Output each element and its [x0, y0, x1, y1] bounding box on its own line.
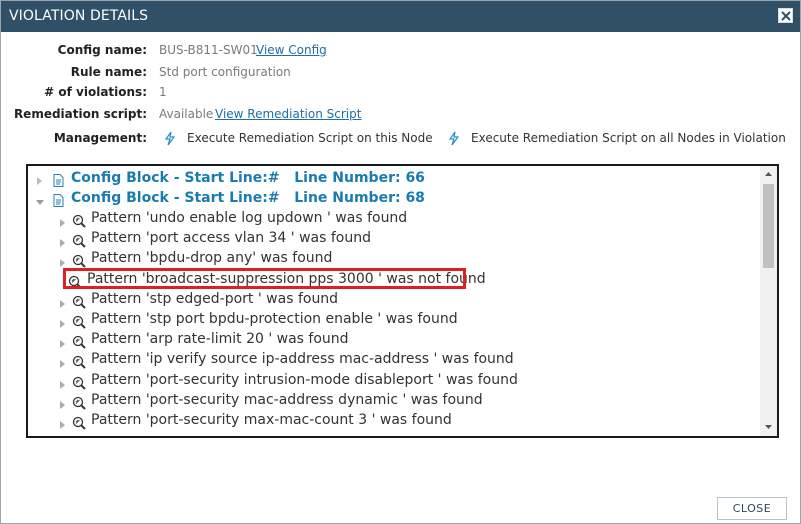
magnifier-icon	[72, 415, 87, 434]
exec-node-action[interactable]: Execute Remediation Script on this Node	[187, 131, 433, 145]
exec-all-action[interactable]: Execute Remediation Script on all Nodes …	[471, 131, 786, 145]
chevron-right-icon[interactable]	[59, 314, 67, 333]
titlebar: VIOLATION DETAILS	[1, 1, 800, 32]
close-icon[interactable]	[778, 8, 793, 23]
magnifier-icon	[72, 334, 87, 353]
magnifier-icon	[72, 354, 87, 373]
chevron-right-icon[interactable]	[59, 233, 67, 252]
magnifier-icon	[72, 314, 87, 333]
view-config-link[interactable]: View Config	[256, 43, 327, 57]
magnifier-icon	[72, 294, 87, 313]
chevron-right-icon[interactable]	[59, 334, 67, 353]
pattern-item[interactable]: Pattern 'undo enable log updown ' was fo…	[91, 210, 407, 226]
pattern-item[interactable]: Pattern 'arp rate-limit 20 ' was found	[91, 331, 349, 347]
magnifier-icon	[72, 395, 87, 414]
lightning-icon[interactable]	[448, 131, 460, 150]
pattern-item[interactable]: Pattern 'port-security intrusion-mode di…	[91, 372, 518, 388]
pattern-item[interactable]: Pattern 'port-security max-mac-count 3 '…	[91, 412, 452, 428]
chevron-down-icon[interactable]	[35, 192, 45, 211]
config-name-value: BUS-B811-SW01	[159, 43, 258, 57]
pattern-item[interactable]: Pattern 'port access vlan 34 ' was found	[91, 230, 371, 246]
chevron-right-icon[interactable]	[59, 395, 67, 414]
pattern-item[interactable]: Pattern 'stp port bpdu-protection enable…	[91, 311, 458, 327]
remediation-label: Remediation script:	[13, 107, 147, 121]
highlight-box	[63, 268, 466, 289]
chevron-right-icon[interactable]	[59, 213, 67, 232]
vertical-scrollbar[interactable]	[760, 166, 777, 436]
document-icon	[53, 192, 64, 211]
chevron-right-icon[interactable]	[59, 415, 67, 434]
block-label-66[interactable]: Config Block - Start Line:# Line Number:…	[71, 170, 425, 186]
management-label: Management:	[53, 131, 147, 145]
violations-label: # of violations:	[44, 85, 147, 99]
chevron-right-icon[interactable]	[59, 375, 67, 394]
chevron-right-icon[interactable]	[59, 294, 67, 313]
lightning-icon[interactable]	[164, 131, 176, 150]
pattern-item[interactable]: Pattern 'port-security mac-address dynam…	[91, 392, 483, 408]
view-remediation-link[interactable]: View Remediation Script	[215, 107, 361, 121]
close-button[interactable]: CLOSE	[717, 497, 787, 520]
magnifier-icon	[72, 375, 87, 394]
pattern-item[interactable]: Pattern 'stp edged-port ' was found	[91, 291, 338, 307]
pattern-item[interactable]: Pattern 'bpdu-drop any' was found	[91, 250, 332, 266]
rule-name-label: Rule name:	[70, 65, 147, 79]
chevron-right-icon[interactable]	[36, 171, 44, 190]
config-name-label: Config name:	[57, 43, 147, 57]
magnifier-icon	[72, 213, 87, 232]
violations-value: 1	[159, 85, 167, 99]
magnifier-icon	[72, 233, 87, 252]
document-icon	[53, 172, 64, 191]
rule-name-value: Std port configuration	[159, 65, 291, 79]
remediation-value: Available	[159, 107, 214, 121]
config-tree: Config Block - Start Line:# Line Number:…	[26, 164, 779, 438]
dialog-title: VIOLATION DETAILS	[9, 8, 149, 24]
chevron-right-icon[interactable]	[59, 354, 67, 373]
block-label-68[interactable]: Config Block - Start Line:# Line Number:…	[71, 190, 425, 206]
pattern-item[interactable]: Pattern 'ip verify source ip-address mac…	[91, 351, 514, 367]
scrollbar-thumb[interactable]	[763, 184, 774, 268]
violation-details-dialog: VIOLATION DETAILS Config name: BUS-B811-…	[0, 0, 801, 524]
